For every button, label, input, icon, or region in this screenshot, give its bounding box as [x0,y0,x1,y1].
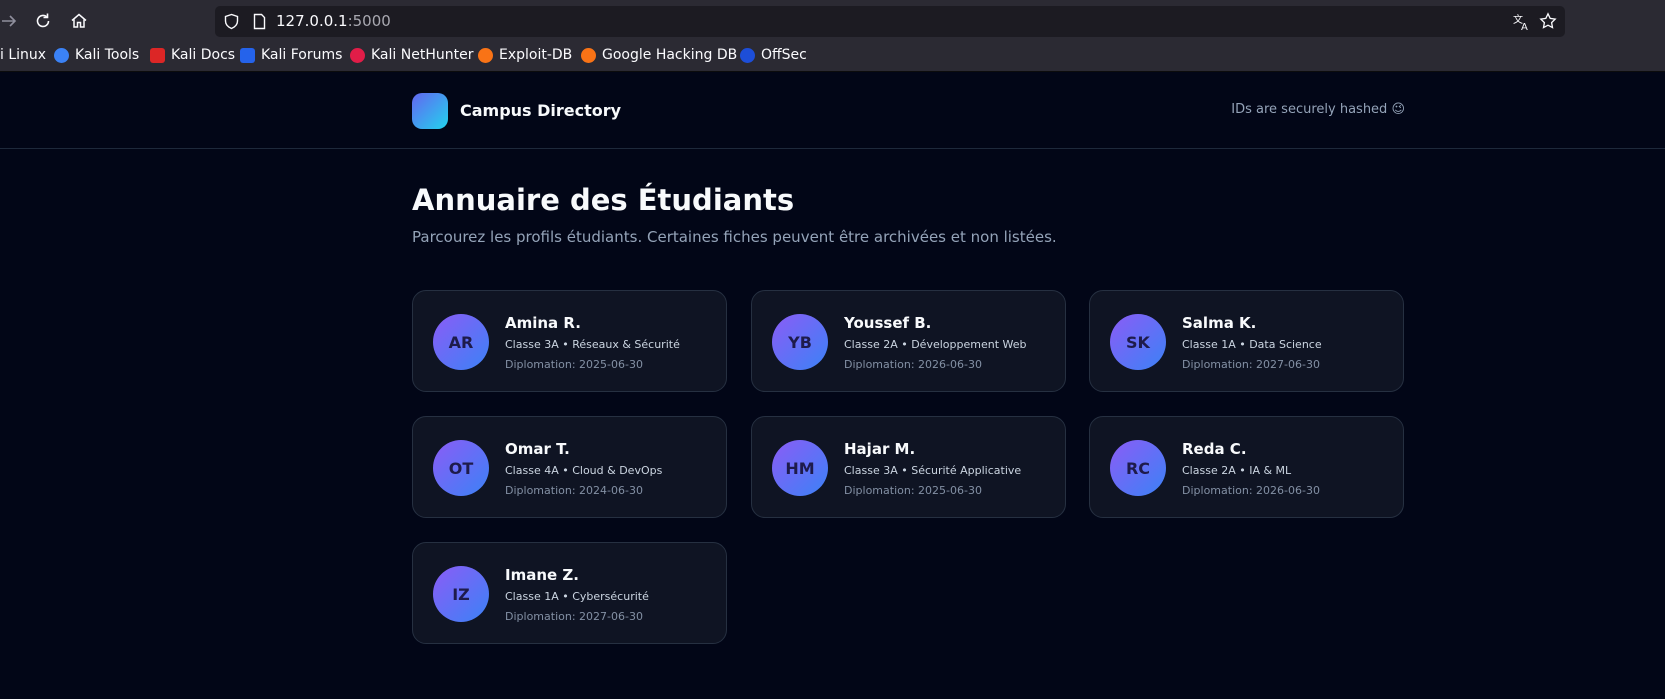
url-host: 127.0.0.1 [276,12,348,30]
bookmark-label: OffSec [761,47,807,63]
student-card[interactable]: IZ Imane Z. Classe 1A • Cybersécurité Di… [412,542,727,644]
bookmark-label: Kali NetHunter [371,47,474,63]
exploit-db-icon [478,47,493,63]
student-card[interactable]: SK Salma K. Classe 1A • Data Science Dip… [1089,290,1404,392]
kali-forums-icon [240,47,255,63]
bookmark-label: Google Hacking DB [602,47,738,63]
student-graduation: Diplomation: 2026-06-30 [844,358,982,371]
bookmark-kali-tools[interactable]: Kali Tools [54,47,139,63]
student-graduation: Diplomation: 2025-06-30 [844,484,982,497]
home-icon[interactable] [69,11,89,31]
bookmark-kali-forums[interactable]: Kali Forums [240,47,342,63]
bookmark-kali-nethunter[interactable]: Kali NetHunter [350,47,473,63]
bookmark-star-icon[interactable] [1539,12,1557,30]
page-subtitle: Parcourez les profils étudiants. Certain… [412,228,1057,246]
student-class: Classe 1A • Cybersécurité [505,590,649,603]
reload-icon[interactable] [33,11,53,31]
address-bar[interactable]: 127.0.0.1:5000 文A [215,6,1565,37]
browser-toolbar: 127.0.0.1:5000 文A [0,0,1665,42]
student-graduation: Diplomation: 2026-06-30 [1182,484,1320,497]
student-class: Classe 2A • Développement Web [844,338,1027,351]
student-graduation: Diplomation: 2027-06-30 [505,610,643,623]
student-class: Classe 1A • Data Science [1182,338,1322,351]
bookmark-offsec[interactable]: OffSec [740,47,807,63]
url-port: :5000 [347,12,391,30]
avatar: AR [433,314,489,370]
avatar: OT [433,440,489,496]
student-name: Omar T. [505,440,570,458]
student-card[interactable]: AR Amina R. Classe 3A • Réseaux & Sécuri… [412,290,727,392]
student-name: Salma K. [1182,314,1257,332]
kali-docs-icon [150,47,165,63]
student-card[interactable]: YB Youssef B. Classe 2A • Développement … [751,290,1066,392]
page-icon[interactable] [251,13,268,30]
student-class: Classe 3A • Réseaux & Sécurité [505,338,680,351]
bookmark-label: Exploit-DB [499,47,573,63]
student-class: Classe 3A • Sécurité Applicative [844,464,1022,477]
student-card[interactable]: OT Omar T. Classe 4A • Cloud & DevOps Di… [412,416,727,518]
bookmark-exploit-db[interactable]: Exploit-DB [478,47,572,63]
student-card[interactable]: HM Hajar M. Classe 3A • Sécurité Applica… [751,416,1066,518]
avatar: SK [1110,314,1166,370]
student-graduation: Diplomation: 2024-06-30 [505,484,643,497]
bookmark-label: Kali Forums [261,47,343,63]
student-name: Reda C. [1182,440,1247,458]
forward-arrow-icon[interactable] [0,11,20,31]
student-name: Youssef B. [844,314,932,332]
student-card[interactable]: RC Reda C. Classe 2A • IA & ML Diplomati… [1089,416,1404,518]
bookmark-label: Kali Tools [75,47,140,63]
offsec-icon [740,47,755,63]
page-title: Annuaire des Étudiants [412,183,795,217]
student-graduation: Diplomation: 2027-06-30 [1182,358,1320,371]
bookmark-google-hacking-db[interactable]: Google Hacking DB [581,47,737,63]
avatar: HM [772,440,828,496]
translate-icon[interactable]: 文A [1513,13,1531,31]
url-text[interactable]: 127.0.0.1:5000 [276,12,391,30]
student-name: Amina R. [505,314,581,332]
google-hacking-db-icon [581,47,596,63]
bookmark-label: i Linux [0,47,47,63]
student-name: Imane Z. [505,566,579,584]
avatar: RC [1110,440,1166,496]
student-graduation: Diplomation: 2025-06-30 [505,358,643,371]
bookmark-kali-docs[interactable]: Kali Docs [150,47,235,63]
brand-title[interactable]: Campus Directory [460,101,621,120]
avatar: YB [772,314,828,370]
kali-nethunter-icon [350,47,365,63]
shield-icon[interactable] [223,13,240,30]
header-note: IDs are securely hashed 😉 [1231,102,1405,117]
bookmark-kali-linux[interactable]: i Linux [0,47,46,63]
logo-icon [412,93,448,129]
kali-tools-icon [54,47,69,63]
svg-text:A: A [1521,22,1528,31]
app-header: Campus Directory IDs are securely hashed… [0,72,1665,149]
student-name: Hajar M. [844,440,916,458]
bookmarks-bar: i Linux Kali Tools Kali Docs Kali Forums… [0,42,1665,72]
avatar: IZ [433,566,489,622]
bookmark-label: Kali Docs [171,47,236,63]
student-class: Classe 4A • Cloud & DevOps [505,464,663,477]
student-class: Classe 2A • IA & ML [1182,464,1292,477]
